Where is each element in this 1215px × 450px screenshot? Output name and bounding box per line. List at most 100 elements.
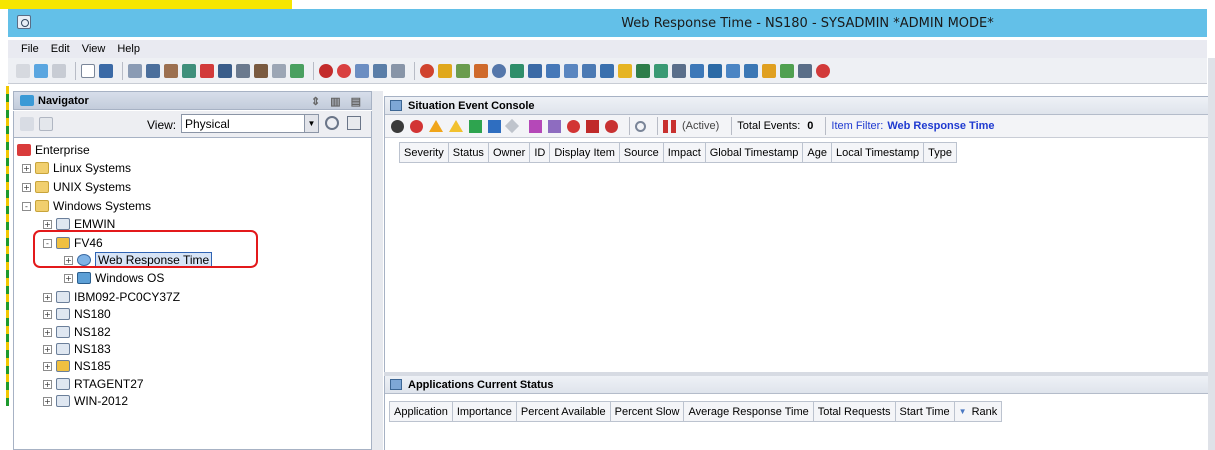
calendar-icon[interactable] xyxy=(690,63,704,78)
grid-icon[interactable] xyxy=(182,63,196,78)
pie-chart-icon[interactable] xyxy=(474,63,488,78)
event-icon[interactable] xyxy=(355,63,369,78)
plot-icon[interactable] xyxy=(708,63,722,78)
pin-icon[interactable]: ⇕ xyxy=(311,95,320,108)
col-start-time[interactable]: Start Time xyxy=(896,402,955,421)
col-local-timestamp[interactable]: Local Timestamp xyxy=(832,143,925,162)
col-average-response-time[interactable]: Average Response Time xyxy=(684,402,814,421)
chevron-down-icon[interactable]: ▼ xyxy=(304,115,318,132)
menu-edit[interactable]: Edit xyxy=(51,43,70,55)
notepad-icon[interactable] xyxy=(528,63,542,78)
col-type[interactable]: Type xyxy=(924,143,956,162)
col-percent-available[interactable]: Percent Available xyxy=(517,402,611,421)
tree-item-ibm092[interactable]: + IBM092-PC0CY37Z xyxy=(43,289,180,305)
vertical-splitter[interactable] xyxy=(372,91,383,450)
tree-item-linux-systems[interactable]: + Linux Systems xyxy=(22,160,131,176)
tree-item-ns183[interactable]: + NS183 xyxy=(43,341,111,357)
col-severity[interactable]: Severity xyxy=(400,143,449,162)
view-select[interactable]: Physical ▼ xyxy=(181,114,319,133)
fatal-filter-icon[interactable] xyxy=(391,119,404,133)
col-source[interactable]: Source xyxy=(620,143,664,162)
settings-icon[interactable] xyxy=(164,63,178,78)
expand-icon[interactable]: + xyxy=(43,379,52,389)
table-icon[interactable] xyxy=(510,63,524,78)
col-age[interactable]: Age xyxy=(803,143,832,162)
back-icon[interactable] xyxy=(34,63,48,78)
acknowledged-filter-icon[interactable] xyxy=(529,119,542,133)
harmless-filter-icon[interactable] xyxy=(469,119,482,133)
lightning-icon[interactable] xyxy=(618,63,632,78)
col-id[interactable]: ID xyxy=(530,143,551,162)
copy-icon[interactable] xyxy=(798,63,812,78)
nav-edit-icon[interactable] xyxy=(39,117,53,131)
expand-icon[interactable]: + xyxy=(43,396,52,406)
view-icon[interactable] xyxy=(373,63,387,78)
menu-help[interactable]: Help xyxy=(117,43,140,55)
image-icon[interactable] xyxy=(654,63,668,78)
col-impact[interactable]: Impact xyxy=(664,143,706,162)
reopened-filter-icon[interactable] xyxy=(548,119,561,133)
lock-icon[interactable] xyxy=(254,63,268,78)
tree-item-unix-systems[interactable]: + UNIX Systems xyxy=(22,179,131,195)
topology-icon[interactable] xyxy=(672,63,686,78)
expand-icon[interactable]: + xyxy=(43,309,52,319)
item-filter-value[interactable]: Web Response Time xyxy=(887,120,994,132)
sound-icon[interactable] xyxy=(391,63,405,78)
document-icon[interactable] xyxy=(564,63,578,78)
col-display-item[interactable]: Display Item xyxy=(550,143,620,162)
expand-icon[interactable]: + xyxy=(43,327,52,337)
expand-icon[interactable]: + xyxy=(43,219,52,229)
histogram-icon[interactable] xyxy=(762,63,776,78)
pause-icon[interactable] xyxy=(663,119,676,133)
critical-filter-icon[interactable] xyxy=(410,119,423,133)
col-rank[interactable]: ▼ Rank xyxy=(955,402,1002,421)
search-icon[interactable] xyxy=(325,116,339,130)
user-icon[interactable] xyxy=(236,63,250,78)
tree-item-windows-os[interactable]: + Windows OS xyxy=(64,270,164,286)
bar-chart-icon[interactable] xyxy=(438,63,452,78)
warning-filter-icon[interactable] xyxy=(429,120,443,132)
problem-filter-icon[interactable] xyxy=(605,119,618,133)
expand-icon[interactable]: + xyxy=(43,344,52,354)
col-total-requests[interactable]: Total Requests xyxy=(814,402,896,421)
chart-icon[interactable] xyxy=(290,63,304,78)
expand-icon[interactable]: + xyxy=(64,273,73,283)
expand-icon[interactable]: + xyxy=(43,292,52,302)
link-icon[interactable] xyxy=(272,63,286,78)
forward-icon[interactable] xyxy=(52,63,66,78)
list-icon[interactable] xyxy=(546,63,560,78)
globe-icon[interactable] xyxy=(420,63,434,78)
tree-item-win-2012[interactable]: + WIN-2012 xyxy=(43,393,128,409)
record-icon[interactable] xyxy=(337,63,351,78)
split-icon[interactable]: ▥ xyxy=(330,95,340,108)
expand-icon[interactable]: + xyxy=(43,361,52,371)
workspace-icon[interactable] xyxy=(128,63,142,78)
gauge-icon[interactable] xyxy=(492,63,506,78)
nav-tool-icon[interactable] xyxy=(20,117,34,131)
window-scrollbar[interactable] xyxy=(1208,58,1215,450)
tree-item-enterprise[interactable]: Enterprise xyxy=(17,142,90,158)
edit-view-icon[interactable] xyxy=(347,116,361,130)
unknown-filter-icon[interactable] xyxy=(504,118,520,134)
col-importance[interactable]: Importance xyxy=(453,402,517,421)
monitor-icon[interactable] xyxy=(636,63,650,78)
save-icon[interactable] xyxy=(99,63,113,78)
col-status[interactable]: Status xyxy=(449,143,489,162)
home-icon[interactable] xyxy=(16,63,30,78)
menu-file[interactable]: File xyxy=(21,43,39,55)
col-owner[interactable]: Owner xyxy=(489,143,531,162)
tree-item-rtagent27[interactable]: + RTAGENT27 xyxy=(43,376,144,392)
new-icon[interactable] xyxy=(81,63,95,78)
col-percent-slow[interactable]: Percent Slow xyxy=(611,402,685,421)
area-chart-icon[interactable] xyxy=(456,63,470,78)
browser-icon[interactable] xyxy=(600,63,614,78)
collapse-icon[interactable]: - xyxy=(22,201,31,211)
window-icon[interactable] xyxy=(744,63,758,78)
expand-icon[interactable]: + xyxy=(22,182,31,192)
search-icon[interactable] xyxy=(635,120,646,132)
open-filter-icon[interactable] xyxy=(567,119,580,133)
minor-filter-icon[interactable] xyxy=(449,120,463,132)
report-icon[interactable] xyxy=(582,63,596,78)
info-filter-icon[interactable] xyxy=(488,119,501,133)
edit-properties-icon[interactable] xyxy=(146,63,160,78)
